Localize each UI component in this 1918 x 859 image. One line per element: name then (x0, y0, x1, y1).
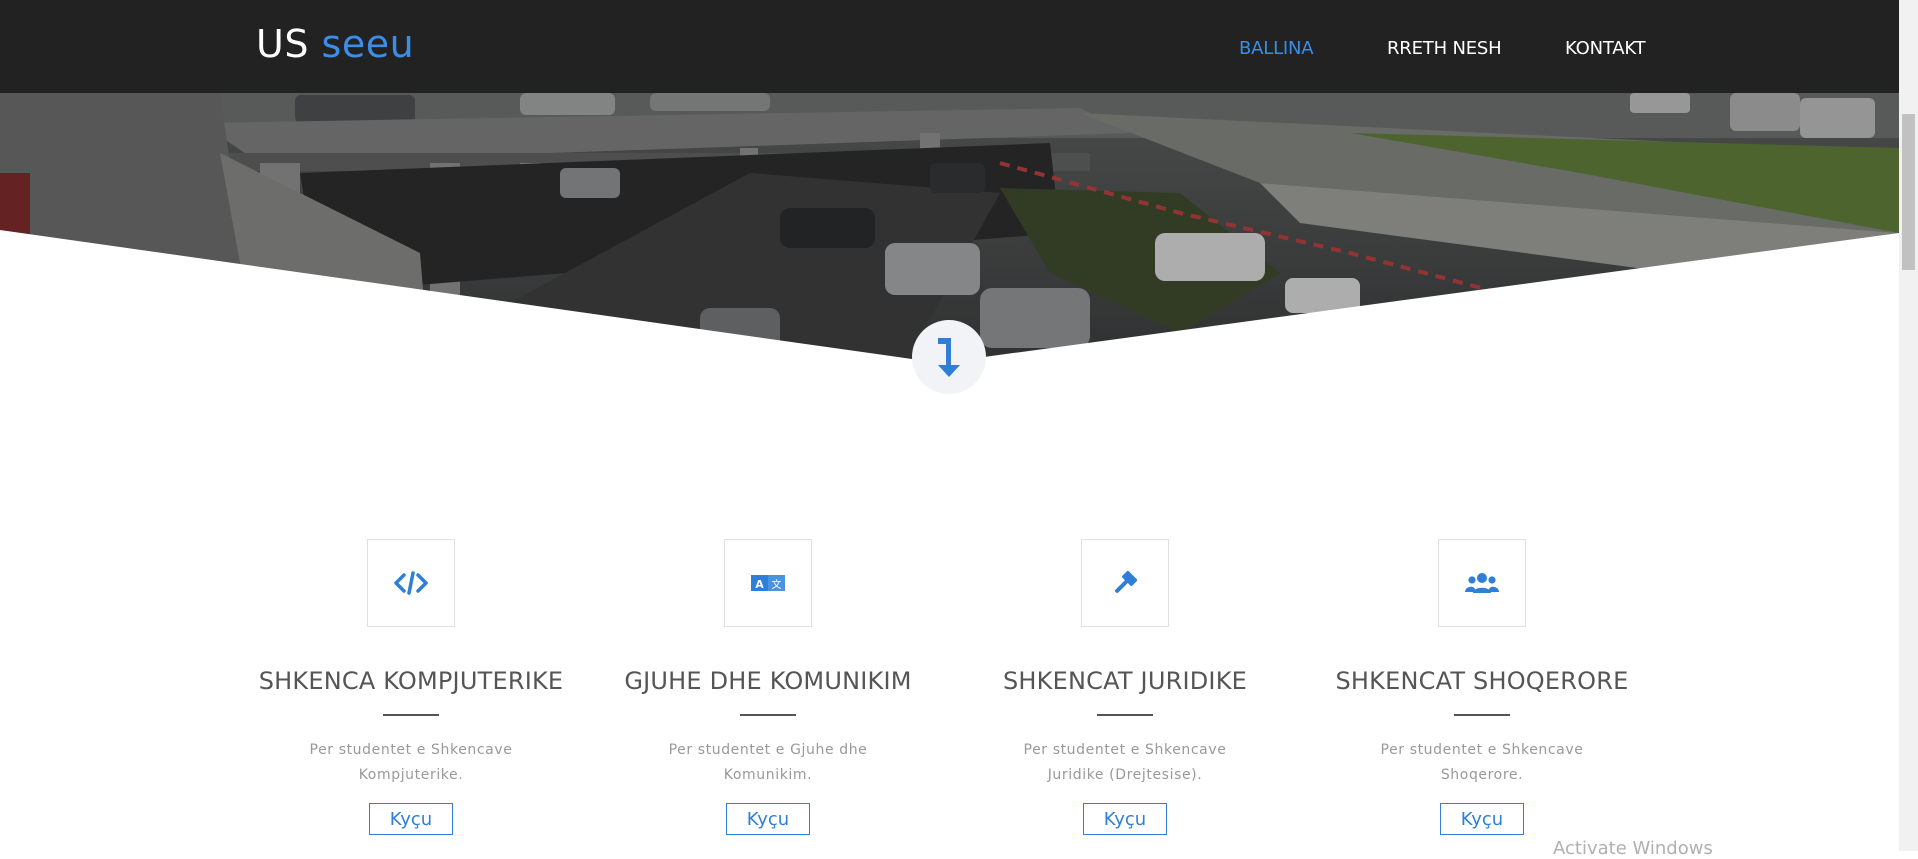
login-button[interactable]: Kyçu (1083, 803, 1167, 835)
top-navbar: US seeu BALLINA RRETH NESH KONTAKT (0, 0, 1899, 93)
login-button[interactable]: Kyçu (1440, 803, 1524, 835)
scrollbar-thumb[interactable] (1902, 114, 1915, 270)
card-description: Per studentet e Shkencave Kompjuterike. (309, 742, 513, 783)
card-law: SHKENCAT JURIDIKE Per studentet e Shkenc… (945, 539, 1305, 835)
title-divider (740, 714, 796, 716)
code-icon (394, 571, 428, 595)
svg-text:A: A (755, 578, 764, 591)
card-description: Per studentet e Shkencave Juridike (Drej… (1023, 742, 1227, 783)
card-title: SHKENCAT JURIDIKE (1003, 667, 1247, 695)
page-scrollbar[interactable] (1899, 0, 1918, 851)
card-description: Per studentet e Shkencave Shoqerore. (1380, 742, 1584, 783)
windows-activation-watermark: Activate Windows (1553, 838, 1713, 859)
card-languages: A 文 GJUHE DHE KOMUNIKIM Per studentet e … (588, 539, 948, 835)
scroll-down-button[interactable] (912, 320, 986, 394)
card-icon-box: A 文 (724, 539, 812, 627)
card-social-sciences: SHKENCAT SHOQERORE Per studentet e Shken… (1302, 539, 1662, 835)
svg-text:文: 文 (772, 578, 782, 591)
nav-link-kontakt[interactable]: KONTAKT (1565, 38, 1646, 59)
login-button[interactable]: Kyçu (726, 803, 810, 835)
title-divider (1454, 714, 1510, 716)
arrow-down-icon (938, 338, 960, 377)
users-icon (1465, 573, 1499, 593)
brand-accent: seeu (321, 22, 415, 66)
title-divider (383, 714, 439, 716)
login-button[interactable]: Kyçu (369, 803, 453, 835)
card-title: SHKENCA KOMPJUTERIKE (258, 667, 564, 695)
brand-logo[interactable]: US seeu (256, 22, 414, 66)
translate-icon: A 文 (751, 575, 785, 591)
gavel-icon (1115, 570, 1138, 593)
nav-link-ballina[interactable]: BALLINA (1239, 38, 1314, 59)
card-icon-box (1081, 539, 1169, 627)
nav-link-rreth-nesh[interactable]: RRETH NESH (1387, 38, 1502, 59)
brand-prefix: US (256, 22, 309, 66)
title-divider (1097, 714, 1153, 716)
card-title: GJUHE DHE KOMUNIKIM (624, 667, 912, 695)
card-title: SHKENCAT SHOQERORE (1335, 667, 1629, 695)
card-description: Per studentet e Gjuhe dhe Komunikim. (668, 742, 868, 783)
card-icon-box (1438, 539, 1526, 627)
card-computer-science: SHKENCA KOMPJUTERIKE Per studentet e Shk… (231, 539, 591, 835)
card-icon-box (367, 539, 455, 627)
